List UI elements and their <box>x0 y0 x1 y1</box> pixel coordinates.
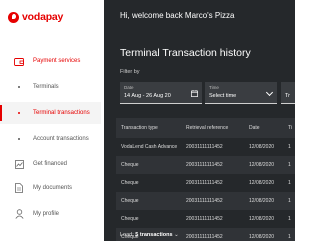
time-cell: 1 <box>288 180 291 186</box>
finance-icon <box>14 159 24 169</box>
date-cell: 12/08/2020 <box>249 144 275 150</box>
sidebar-item-label: Account transactions <box>33 136 89 142</box>
column-header[interactable]: Retrieval reference <box>186 118 228 138</box>
sidebar-item-label: Get financed <box>33 161 68 167</box>
bullet-icon <box>14 134 24 144</box>
retrieval-reference-cell: 20031111111452 <box>186 234 223 240</box>
retrieval-reference-cell: 20031111111452 <box>186 162 223 168</box>
transaction-type-cell: Cheque <box>121 198 139 204</box>
table-row[interactable]: Cheque 20031111111452 12/08/2020 1 <box>116 192 295 210</box>
chevron-down-icon <box>265 88 274 97</box>
sidebar-item-label: My profile <box>33 211 60 217</box>
sidebar-item-terminals[interactable]: Terminals <box>0 76 101 98</box>
calendar-icon[interactable] <box>191 90 198 99</box>
transactions-table: Transaction type Retrieval reference Dat… <box>116 118 295 241</box>
transaction-type-cell: Cheque <box>121 180 139 186</box>
retrieval-reference-cell: 20031111111452 <box>186 144 223 150</box>
vodafone-logo-icon <box>8 11 19 23</box>
sidebar-item-label: Terminal transactions <box>33 110 90 116</box>
sidebar-item-label: Payment services <box>33 58 81 64</box>
time-filter-label: Time <box>209 85 219 90</box>
column-header[interactable]: Transaction type <box>121 118 158 138</box>
sidebar-item-get-financed[interactable]: Get financed <box>0 153 101 175</box>
date-filter-label: Date <box>124 85 134 90</box>
time-cell: 1 <box>288 162 291 168</box>
transaction-type-cell: Cheque <box>121 216 139 222</box>
table-row[interactable]: Cheque 20031111111452 12/08/2020 1 <box>116 210 295 228</box>
transaction-filter-value: Tr <box>285 93 290 99</box>
column-header[interactable]: Date <box>249 118 260 138</box>
vodapay-logo[interactable]: vodapay <box>8 11 63 23</box>
time-filter[interactable]: Time Select time <box>205 82 277 104</box>
date-cell: 12/08/2020 <box>249 162 275 168</box>
load-count-select[interactable]: 5 transactions <box>135 232 172 238</box>
sidebar-item-label: Terminals <box>33 84 59 90</box>
date-cell: 12/08/2020 <box>249 216 275 222</box>
date-cell: 12/08/2020 <box>249 198 275 204</box>
page-title: Terminal Transaction history <box>120 47 251 59</box>
retrieval-reference-cell: 20031111111452 <box>186 216 223 222</box>
time-cell: 1 <box>288 198 291 204</box>
date-cell: 12/08/2020 <box>249 180 275 186</box>
transaction-filter[interactable]: Tr <box>281 82 295 104</box>
table-header: Transaction type Retrieval reference Dat… <box>116 118 295 138</box>
retrieval-reference-cell: 20031111111452 <box>186 198 223 204</box>
date-filter-value: 14 Aug - 26 Aug 20 <box>124 93 171 99</box>
welcome-message: Hi, welcome back Marco's Pizza <box>120 11 235 20</box>
sidebar-item-payment-services[interactable]: Payment services <box>0 50 101 72</box>
transaction-type-cell: Cheque <box>121 162 139 168</box>
time-cell: 1 <box>288 144 291 150</box>
sidebar-item-my-documents[interactable]: My documents <box>0 177 101 199</box>
sidebar-item-my-profile[interactable]: My profile <box>0 203 101 225</box>
table-row[interactable]: Cheque 20031111111452 12/08/2020 1 <box>116 174 295 192</box>
chevron-down-icon: ⌄ <box>174 232 179 238</box>
wallet-icon <box>14 56 24 66</box>
brand-name: vodapay <box>22 11 64 23</box>
sidebar-item-account-transactions[interactable]: Account transactions <box>0 128 101 150</box>
time-cell: 1 <box>288 216 291 222</box>
load-label: Load: <box>120 232 134 238</box>
sidebar: vodapay Payment services Terminals Termi… <box>0 0 101 241</box>
main-panel: Hi, welcome back Marco's Pizza Terminal … <box>104 0 295 241</box>
retrieval-reference-cell: 20031111111452 <box>186 180 223 186</box>
user-icon <box>14 209 24 219</box>
time-filter-value: Select time <box>209 93 237 99</box>
bullet-icon <box>14 108 24 118</box>
date-cell: 12/08/2020 <box>249 234 275 240</box>
document-icon <box>14 183 24 193</box>
sidebar-item-terminal-transactions[interactable]: Terminal transactions <box>0 102 101 124</box>
load-more[interactable]: Load: 5 transactions ⌄ <box>120 232 179 238</box>
filter-by-label: Filter by <box>120 69 140 75</box>
date-filter[interactable]: Date 14 Aug - 26 Aug 20 <box>120 82 202 104</box>
table-row[interactable]: Cheque 20031111111452 12/08/2020 1 <box>116 156 295 174</box>
bullet-icon <box>14 82 24 92</box>
transaction-type-cell: VodaLend Cash Advance <box>121 144 178 150</box>
time-cell: 1 <box>288 234 291 240</box>
column-header[interactable]: Ti <box>288 118 292 138</box>
table-row[interactable]: VodaLend Cash Advance 20031111111452 12/… <box>116 138 295 156</box>
sidebar-item-label: My documents <box>33 185 73 191</box>
